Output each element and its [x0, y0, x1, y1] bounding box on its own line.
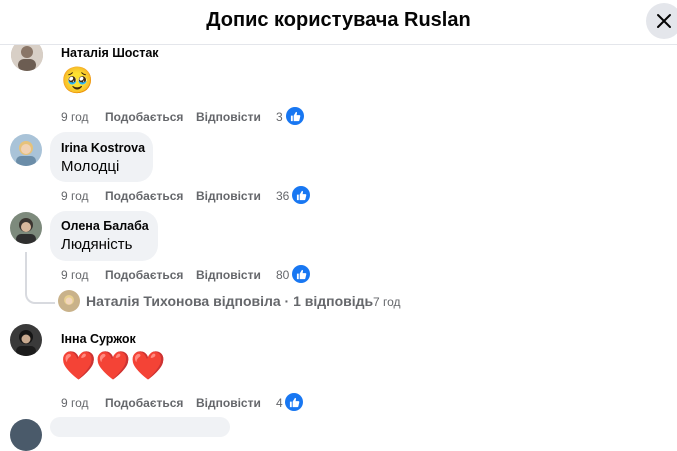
- reply-button[interactable]: Відповісти: [196, 268, 261, 282]
- avatar[interactable]: [10, 212, 42, 244]
- like-button[interactable]: Подобається: [105, 110, 183, 124]
- reply-button[interactable]: Відповісти: [196, 110, 261, 124]
- comment-text: Молодці: [61, 158, 120, 175]
- like-reaction-icon[interactable]: [285, 393, 303, 411]
- close-button[interactable]: [646, 3, 677, 39]
- comment-emoji: ❤️❤️❤️: [61, 350, 166, 381]
- profile-photo: [10, 324, 42, 356]
- comment-author[interactable]: Інна Суржок: [61, 332, 136, 346]
- reply-time: 7 год: [373, 295, 401, 309]
- profile-photo: [10, 134, 42, 166]
- comment-emoji: 🥹: [61, 65, 94, 95]
- comment-text: Людяність: [61, 236, 133, 253]
- comment-bubble: [50, 417, 230, 437]
- dialog-title: Допис користувача Ruslan: [206, 9, 471, 31]
- thumbs-up-icon: [289, 397, 299, 407]
- like-button[interactable]: Подобається: [105, 189, 183, 203]
- like-button[interactable]: Подобається: [105, 396, 183, 410]
- profile-photo: [10, 212, 42, 244]
- close-icon: [657, 14, 671, 28]
- reply-button[interactable]: Відповісти: [196, 189, 261, 203]
- profile-photo: [58, 290, 80, 312]
- reaction-count[interactable]: 3: [276, 110, 283, 124]
- thumbs-up-icon: [296, 269, 306, 279]
- reaction-count[interactable]: 36: [276, 189, 289, 203]
- comment-time[interactable]: 9 год: [61, 110, 89, 124]
- avatar[interactable]: [10, 419, 42, 451]
- view-replies-link[interactable]: Наталія Тихонова відповіла · 1 відповідь: [86, 293, 373, 309]
- avatar[interactable]: [10, 324, 42, 356]
- like-button[interactable]: Подобається: [105, 268, 183, 282]
- comment-author[interactable]: Наталія Шостак: [61, 46, 159, 60]
- reaction-count[interactable]: 80: [276, 268, 289, 282]
- reply-button[interactable]: Відповісти: [196, 396, 261, 410]
- thumbs-up-icon: [290, 111, 300, 121]
- comment-time[interactable]: 9 год: [61, 396, 89, 410]
- comment-author[interactable]: Олена Балаба: [61, 219, 149, 233]
- thumbs-up-icon: [296, 190, 306, 200]
- like-reaction-icon[interactable]: [286, 107, 304, 125]
- like-reaction-icon[interactable]: [292, 186, 310, 204]
- reply-avatar[interactable]: [58, 290, 80, 312]
- reaction-count[interactable]: 4: [276, 396, 283, 410]
- like-reaction-icon[interactable]: [292, 265, 310, 283]
- comment-time[interactable]: 9 год: [61, 189, 89, 203]
- comment-author[interactable]: Irina Kostrova: [61, 141, 145, 155]
- avatar[interactable]: [10, 134, 42, 166]
- dialog-header: Допис користувача Ruslan: [0, 0, 677, 45]
- comment-time[interactable]: 9 год: [61, 268, 89, 282]
- thread-connector: [25, 252, 55, 304]
